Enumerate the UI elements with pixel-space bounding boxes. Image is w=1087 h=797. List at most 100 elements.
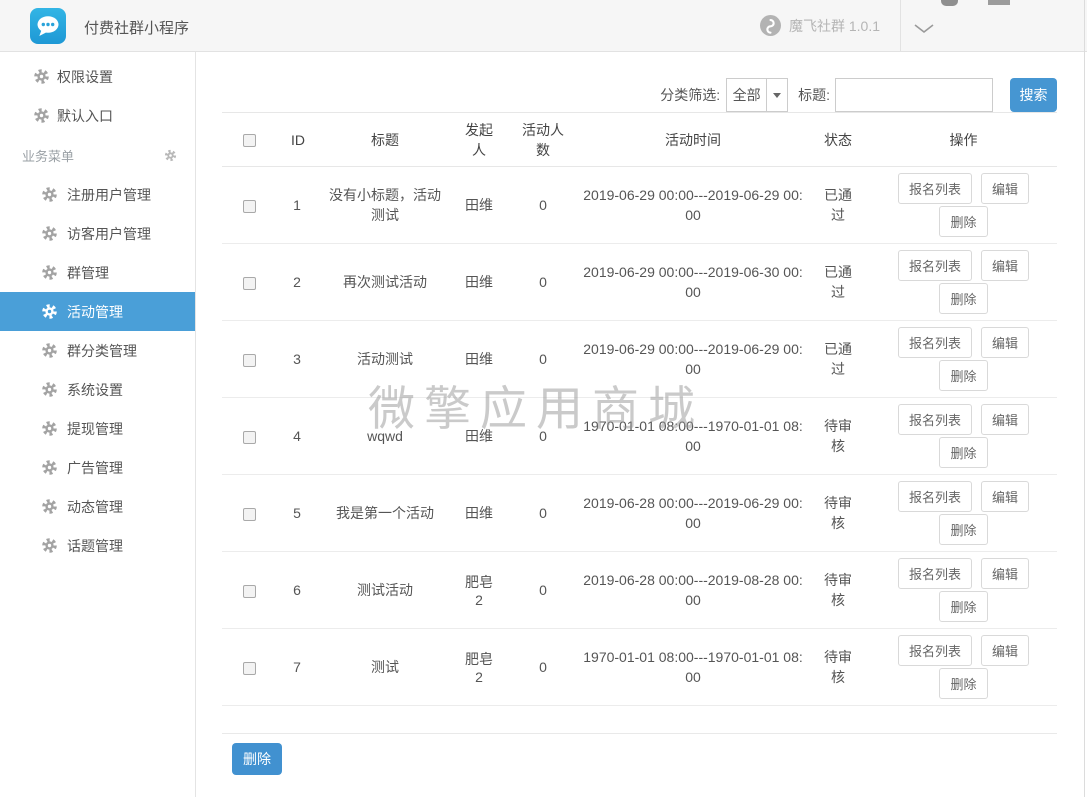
cell-status: 已通过 (806, 321, 870, 398)
sidebar-item-label: 群管理 (67, 263, 109, 283)
delete-button[interactable]: 删除 (939, 283, 987, 314)
delete-button[interactable]: 删除 (939, 360, 987, 391)
cell-status: 待审核 (806, 552, 870, 629)
edit-button[interactable]: 编辑 (981, 250, 1029, 281)
signup-list-button[interactable]: 报名列表 (898, 635, 972, 666)
gear-icon (41, 537, 58, 554)
cell-title: 活动测试 (318, 321, 452, 398)
row-checkbox[interactable] (243, 431, 256, 444)
edit-button[interactable]: 编辑 (981, 173, 1029, 204)
gear-icon[interactable] (164, 149, 177, 162)
row-checkbox[interactable] (243, 585, 256, 598)
table-row: 5我是第一个活动田维02019-06-28 00:00---2019-06-29… (222, 475, 1057, 552)
cell-actions: 报名列表编辑删除 (870, 629, 1057, 706)
app-header: 付费社群小程序 魔飞社群 1.0.1 (0, 0, 1087, 52)
cell-time: 2019-06-28 00:00---2019-08-28 00:00 (580, 552, 806, 629)
cell-initiator: 肥皂2 (452, 629, 506, 706)
select-all-checkbox[interactable] (243, 134, 256, 147)
cell-initiator: 田维 (452, 167, 506, 244)
gear-icon (41, 186, 58, 203)
category-select[interactable]: 全部 (726, 78, 788, 112)
sidebar-submenu: 注册用户管理访客用户管理群管理活动管理群分类管理系统设置提现管理广告管理动态管理… (0, 175, 195, 565)
sidebar-item-dynamic-management[interactable]: 动态管理 (0, 487, 195, 526)
cell-title: 测试活动 (318, 552, 452, 629)
cell-count: 0 (506, 398, 580, 475)
table-header-row: ID 标题 发起人 活动人数 活动时间 状态 操作 (222, 113, 1057, 167)
sidebar-item-label: 提现管理 (67, 419, 123, 439)
gear-icon (41, 303, 58, 320)
signup-list-button[interactable]: 报名列表 (898, 327, 972, 358)
sidebar-item-default-entry[interactable]: 默认入口 (0, 96, 195, 135)
gear-icon (41, 381, 58, 398)
cell-count: 0 (506, 552, 580, 629)
sidebar-item-activity-management[interactable]: 活动管理 (0, 292, 195, 331)
edit-button[interactable]: 编辑 (981, 635, 1029, 666)
cell-count: 0 (506, 629, 580, 706)
row-checkbox[interactable] (243, 662, 256, 675)
col-header-time: 活动时间 (580, 113, 806, 167)
sidebar-item-label: 活动管理 (67, 302, 123, 322)
delete-button[interactable]: 删除 (939, 437, 987, 468)
cropped-tab-fragment (988, 0, 1010, 5)
search-button[interactable]: 搜索 (1010, 78, 1057, 112)
row-checkbox[interactable] (243, 200, 256, 213)
signup-list-button[interactable]: 报名列表 (898, 481, 972, 512)
cell-id: 1 (276, 167, 318, 244)
col-header-id: ID (276, 113, 318, 167)
table-row: 7测试肥皂201970-01-01 08:00---1970-01-01 08:… (222, 629, 1057, 706)
filter-bar: 分类筛选: 全部 标题: 搜索 (222, 78, 1057, 112)
sidebar-item-group-category-management[interactable]: 群分类管理 (0, 331, 195, 370)
cell-time: 1970-01-01 08:00---1970-01-01 08:00 (580, 629, 806, 706)
sidebar-item-topic-management[interactable]: 话题管理 (0, 526, 195, 565)
cell-status: 待审核 (806, 629, 870, 706)
edit-button[interactable]: 编辑 (981, 558, 1029, 589)
cell-actions: 报名列表编辑删除 (870, 398, 1057, 475)
sidebar-item-system-settings[interactable]: 系统设置 (0, 370, 195, 409)
sidebar-item-registered-user-management[interactable]: 注册用户管理 (0, 175, 195, 214)
page-right-border (1084, 0, 1085, 797)
cell-initiator: 田维 (452, 475, 506, 552)
row-checkbox[interactable] (243, 508, 256, 521)
edit-button[interactable]: 编辑 (981, 327, 1029, 358)
sidebar-item-label: 权限设置 (57, 67, 113, 87)
cell-id: 2 (276, 244, 318, 321)
delete-button[interactable]: 删除 (939, 668, 987, 699)
delete-button[interactable]: 删除 (939, 591, 987, 622)
cell-time: 1970-01-01 08:00---1970-01-01 08:00 (580, 398, 806, 475)
signup-list-button[interactable]: 报名列表 (898, 173, 972, 204)
table-row: 2再次测试活动田维02019-06-29 00:00---2019-06-30 … (222, 244, 1057, 321)
cell-time: 2019-06-29 00:00---2019-06-30 00:00 (580, 244, 806, 321)
title-filter-label: 标题: (798, 85, 830, 105)
edit-button[interactable]: 编辑 (981, 404, 1029, 435)
delete-button[interactable]: 删除 (939, 206, 987, 237)
table-row: 6测试活动肥皂202019-06-28 00:00---2019-08-28 0… (222, 552, 1057, 629)
chevron-down-icon[interactable] (913, 21, 935, 39)
signup-list-button[interactable]: 报名列表 (898, 250, 972, 281)
app-version: 魔飞社群 1.0.1 (760, 15, 880, 36)
sidebar-item-group-management[interactable]: 群管理 (0, 253, 195, 292)
col-header-title: 标题 (318, 113, 452, 167)
signup-list-button[interactable]: 报名列表 (898, 404, 972, 435)
sidebar-item-permission-settings[interactable]: 权限设置 (0, 57, 195, 96)
cell-time: 2019-06-28 00:00---2019-06-29 00:00 (580, 475, 806, 552)
edit-button[interactable]: 编辑 (981, 481, 1029, 512)
sidebar-item-label: 访客用户管理 (67, 224, 151, 244)
signup-list-button[interactable]: 报名列表 (898, 558, 972, 589)
cell-actions: 报名列表编辑删除 (870, 475, 1057, 552)
row-checkbox[interactable] (243, 277, 256, 290)
table-row: 3活动测试田维02019-06-29 00:00---2019-06-29 00… (222, 321, 1057, 398)
gear-icon (41, 264, 58, 281)
sidebar-item-withdrawal-management[interactable]: 提现管理 (0, 409, 195, 448)
gear-icon (41, 225, 58, 242)
sidebar-item-visitor-user-management[interactable]: 访客用户管理 (0, 214, 195, 253)
activity-table: ID 标题 发起人 活动人数 活动时间 状态 操作 1没有小标题，活动测试田维0… (222, 112, 1057, 706)
sidebar-item-ad-management[interactable]: 广告管理 (0, 448, 195, 487)
title-input[interactable] (835, 78, 993, 112)
delete-button[interactable]: 删除 (939, 514, 987, 545)
activity-table-panel: ID 标题 发起人 活动人数 活动时间 状态 操作 1没有小标题，活动测试田维0… (222, 112, 1057, 734)
main-content: 分类筛选: 全部 标题: 搜索 ID 标题 发起人 活动人数 活动时间 (197, 52, 1084, 797)
sidebar-section-business-menu: 业务菜单 (0, 135, 195, 175)
row-checkbox[interactable] (243, 354, 256, 367)
bulk-delete-button[interactable]: 删除 (232, 743, 282, 775)
cell-status: 待审核 (806, 398, 870, 475)
